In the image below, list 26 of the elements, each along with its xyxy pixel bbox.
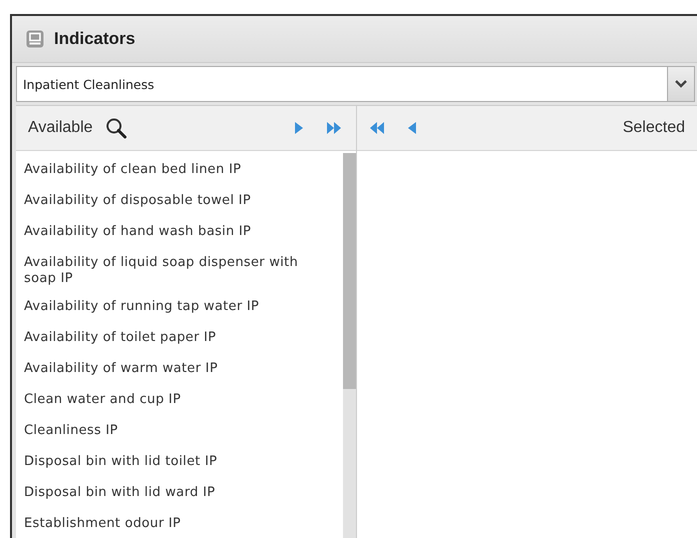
indicator-item[interactable]: Availability of warm water IP — [16, 356, 343, 387]
indicator-item[interactable]: Disposal bin with lid ward IP — [16, 480, 343, 511]
chevron-down-icon — [675, 80, 687, 88]
available-label: Available — [28, 119, 93, 137]
indicator-item[interactable]: Availability of liquid soap dispenser with soap IP — [16, 250, 343, 294]
indicator-item[interactable]: Clean water and cup IP — [16, 387, 343, 418]
monitor-icon — [26, 30, 44, 48]
indicator-item[interactable]: Disposal bin with lid toilet IP — [16, 449, 343, 480]
move-all-left-icon[interactable] — [369, 121, 385, 135]
window-title: Indicators — [54, 29, 136, 49]
move-left-icon[interactable] — [407, 121, 417, 135]
indicator-item[interactable]: Availability of hand wash basin IP — [16, 219, 343, 250]
indicator-item[interactable]: Availability of disposable towel IP — [16, 188, 343, 219]
scrollbar-thumb[interactable] — [343, 153, 356, 389]
search-icon[interactable] — [104, 117, 127, 139]
move-all-right-icon[interactable] — [326, 121, 342, 135]
move-right-icon[interactable] — [294, 121, 304, 135]
indicator-item[interactable]: Establishment odour IP — [16, 511, 343, 538]
indicator-item[interactable]: Availability of toilet paper IP — [16, 325, 343, 356]
scrollbar[interactable] — [343, 153, 356, 538]
indicator-dropdown[interactable]: Inpatient Cleanliness — [16, 66, 695, 102]
dropdown-button[interactable] — [667, 67, 694, 101]
indicator-item[interactable]: Availability of running tap water IP — [16, 294, 343, 325]
selected-label: Selected — [622, 119, 685, 137]
indicator-item[interactable]: Cleanliness IP — [16, 418, 343, 449]
indicator-item[interactable]: Availability of clean bed linen IP — [16, 157, 343, 188]
